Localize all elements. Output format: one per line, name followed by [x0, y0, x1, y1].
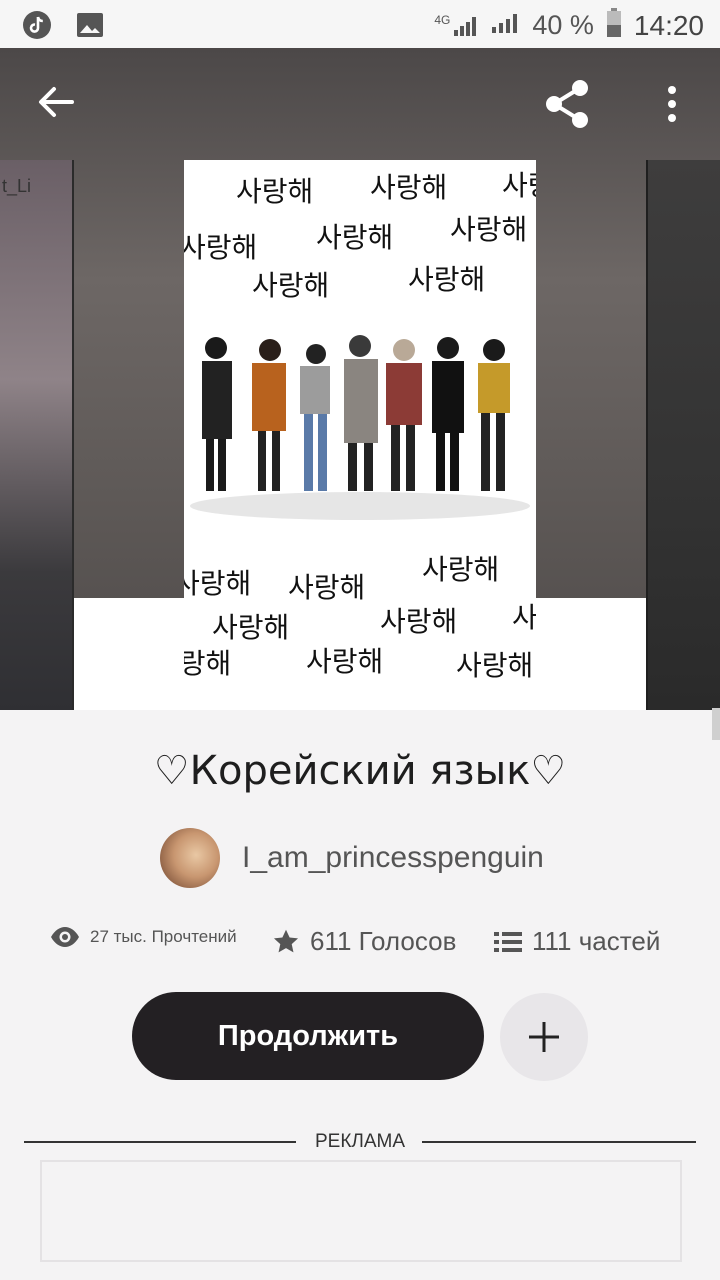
network-type: 4G [434, 12, 451, 27]
author-name[interactable]: I_am_princesspenguin [242, 841, 544, 875]
cover-text: 사랑해 [380, 605, 458, 638]
reads-count: 27 тыс. Прочтений [90, 927, 237, 946]
previous-cover[interactable]: t_Li [0, 160, 74, 710]
cover-text: 사랑해 [450, 213, 528, 246]
ad-container[interactable] [40, 1160, 682, 1262]
cover-text: 사랑해 [316, 221, 394, 254]
cover-text: 사랑해 [212, 611, 290, 644]
mobile-data-icon: 4G [434, 12, 478, 37]
parts-stat: 111 частей [494, 926, 660, 957]
story-cover[interactable]: 사랑해 사랑해 사랑해 사랑해 사랑해 사랑해 사랑해 사랑해 사랑해 사랑해 … [184, 160, 536, 710]
add-to-library-button[interactable] [500, 993, 588, 1081]
scrollbar[interactable] [712, 708, 720, 740]
parts-count: 111 частей [532, 926, 661, 956]
plus-icon [529, 1022, 559, 1052]
cover-text: 사랑해 [370, 171, 448, 204]
list-icon [494, 931, 522, 952]
battery-icon [606, 8, 622, 43]
continue-reading-button[interactable]: Продолжить [132, 992, 484, 1080]
gallery-icon [76, 12, 104, 43]
share-button[interactable] [542, 78, 594, 135]
cover-text: 사랑해 [184, 231, 258, 264]
cover-text: 사랑해 [236, 175, 314, 208]
eye-icon [51, 927, 79, 947]
share-icon [546, 80, 588, 128]
cover-text: 사랑해 [502, 169, 536, 202]
cover-text: 사랑해 [288, 571, 366, 604]
cover-text: 사랑해 [422, 553, 500, 586]
cover-carousel[interactable]: t_Li 사랑해 사랑해 사랑해 사랑해 사랑해 사랑해 사랑해 사랑해 사랑해… [0, 48, 720, 710]
story-title: ♡Корейский язык♡ [153, 748, 567, 794]
author-link[interactable]: I_am_princesspenguin [160, 828, 544, 888]
ad-label: РЕКЛАМА [314, 1131, 406, 1152]
clock: 14:20 [633, 9, 704, 41]
cover-text: 사랑해 [306, 645, 384, 678]
cover-text: 사랑해 [512, 601, 536, 634]
back-button[interactable] [34, 80, 78, 129]
status-bar: 4G 40 % 14:20 [0, 0, 720, 48]
arrow-left-icon [39, 87, 74, 117]
cover-text: 사랑해 [184, 567, 252, 600]
more-options-button[interactable] [660, 82, 684, 131]
cover-text: 사랑해 [252, 269, 330, 302]
battery-percent: 40 % [532, 10, 594, 40]
avatar[interactable] [160, 828, 220, 888]
more-vertical-icon [668, 86, 676, 122]
star-icon [273, 929, 299, 952]
next-cover[interactable] [646, 160, 720, 710]
cover-text: 사랑해 [184, 647, 232, 680]
votes-stat: 611 Голосов [272, 926, 456, 957]
signal-icon [490, 12, 520, 39]
cover-text: 사랑해 [408, 263, 486, 296]
reads-stat: 27 тыс. Прочтений [50, 926, 237, 948]
cover-text: 사랑해 [456, 649, 534, 682]
cover-illustration [190, 335, 530, 520]
votes-count: 611 Голосов [310, 926, 457, 956]
tiktok-icon [22, 10, 52, 45]
